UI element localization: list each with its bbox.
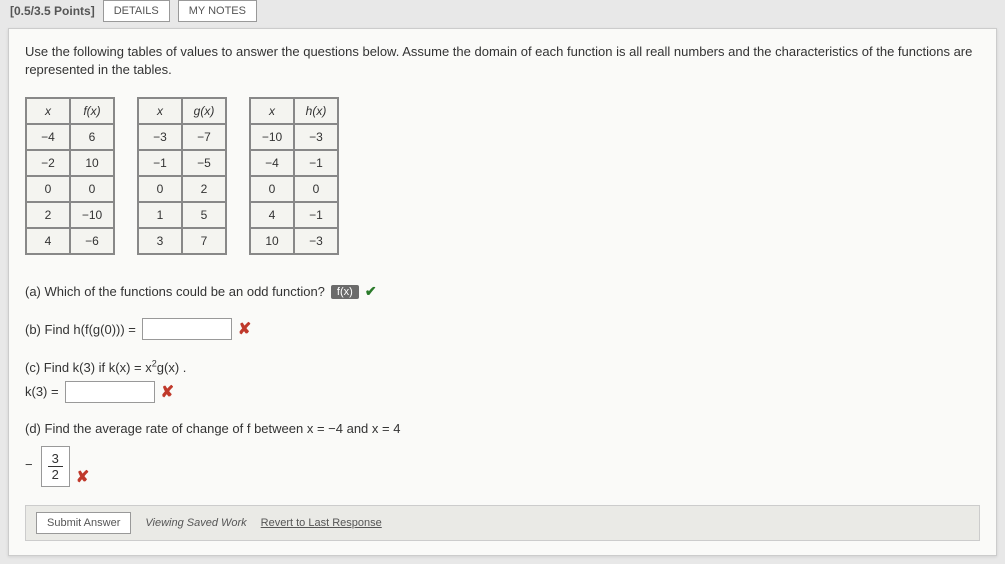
question-d: (d) Find the average rate of change of f… [25,421,980,436]
x-icon: ✘ [161,382,174,402]
table-row: −10−3 [250,124,338,150]
table-g: xg(x) −3−7 −1−5 02 15 37 [137,97,227,255]
table-row: −1−5 [138,150,226,176]
table-f: xf(x) −46 −210 00 2−10 4−6 [25,97,115,255]
table-row: −210 [26,150,114,176]
table-row: 00 [250,176,338,202]
table-row: −3−7 [138,124,226,150]
fraction-numerator: 3 [48,451,63,467]
question-c: (c) Find k(3) if k(x) = x2g(x) . [25,358,980,374]
table-row: −46 [26,124,114,150]
answer-a-badge[interactable]: f(x) [331,285,359,299]
my-notes-button[interactable]: MY NOTES [178,0,257,22]
question-a: (a) Which of the functions could be an o… [25,283,980,300]
table-row: 02 [138,176,226,202]
table-row: −4−1 [250,150,338,176]
table-row: 15 [138,202,226,228]
details-button[interactable]: DETAILS [103,0,170,22]
x-icon: ✘ [238,319,251,339]
question-prompt: Use the following tables of values to an… [25,43,980,79]
question-c-text: (c) Find k(3) if k(x) = x2g(x) . [25,360,186,375]
table-row: 4−6 [26,228,114,254]
negative-sign: − [25,457,33,472]
question-a-text: (a) Which of the functions could be an o… [25,284,325,299]
status-bar: Submit Answer Viewing Saved Work Revert … [25,505,980,541]
question-b-text: (b) Find h(f(g(0))) = [25,322,136,337]
answer-d-fraction[interactable]: 3 2 [41,446,70,487]
status-text: Viewing Saved Work [145,517,246,529]
question-b: (b) Find h(f(g(0))) = ✘ [25,318,980,340]
fraction-denominator: 2 [48,467,63,482]
tables-row: xf(x) −46 −210 00 2−10 4−6 xg(x) −3−7 −1… [25,97,980,255]
question-c-answer: k(3) = ✘ [25,381,980,403]
revert-link[interactable]: Revert to Last Response [261,517,382,529]
points-label: [0.5/3.5 Points] [10,4,95,18]
question-container: Use the following tables of values to an… [8,28,997,556]
table-h: xh(x) −10−3 −4−1 00 4−1 10−3 [249,97,339,255]
answer-b-input[interactable] [142,318,232,340]
k3-label: k(3) = [25,384,59,399]
check-icon: ✔ [365,283,377,300]
table-row: 00 [26,176,114,202]
table-row: 4−1 [250,202,338,228]
question-d-text: (d) Find the average rate of change of f… [25,421,400,436]
table-row: 2−10 [26,202,114,228]
table-row: 10−3 [250,228,338,254]
submit-answer-button[interactable]: Submit Answer [36,512,131,534]
table-row: 37 [138,228,226,254]
answer-c-input[interactable] [65,381,155,403]
x-icon: ✘ [76,467,89,487]
question-d-answer: − 3 2 ✘ [25,442,980,487]
